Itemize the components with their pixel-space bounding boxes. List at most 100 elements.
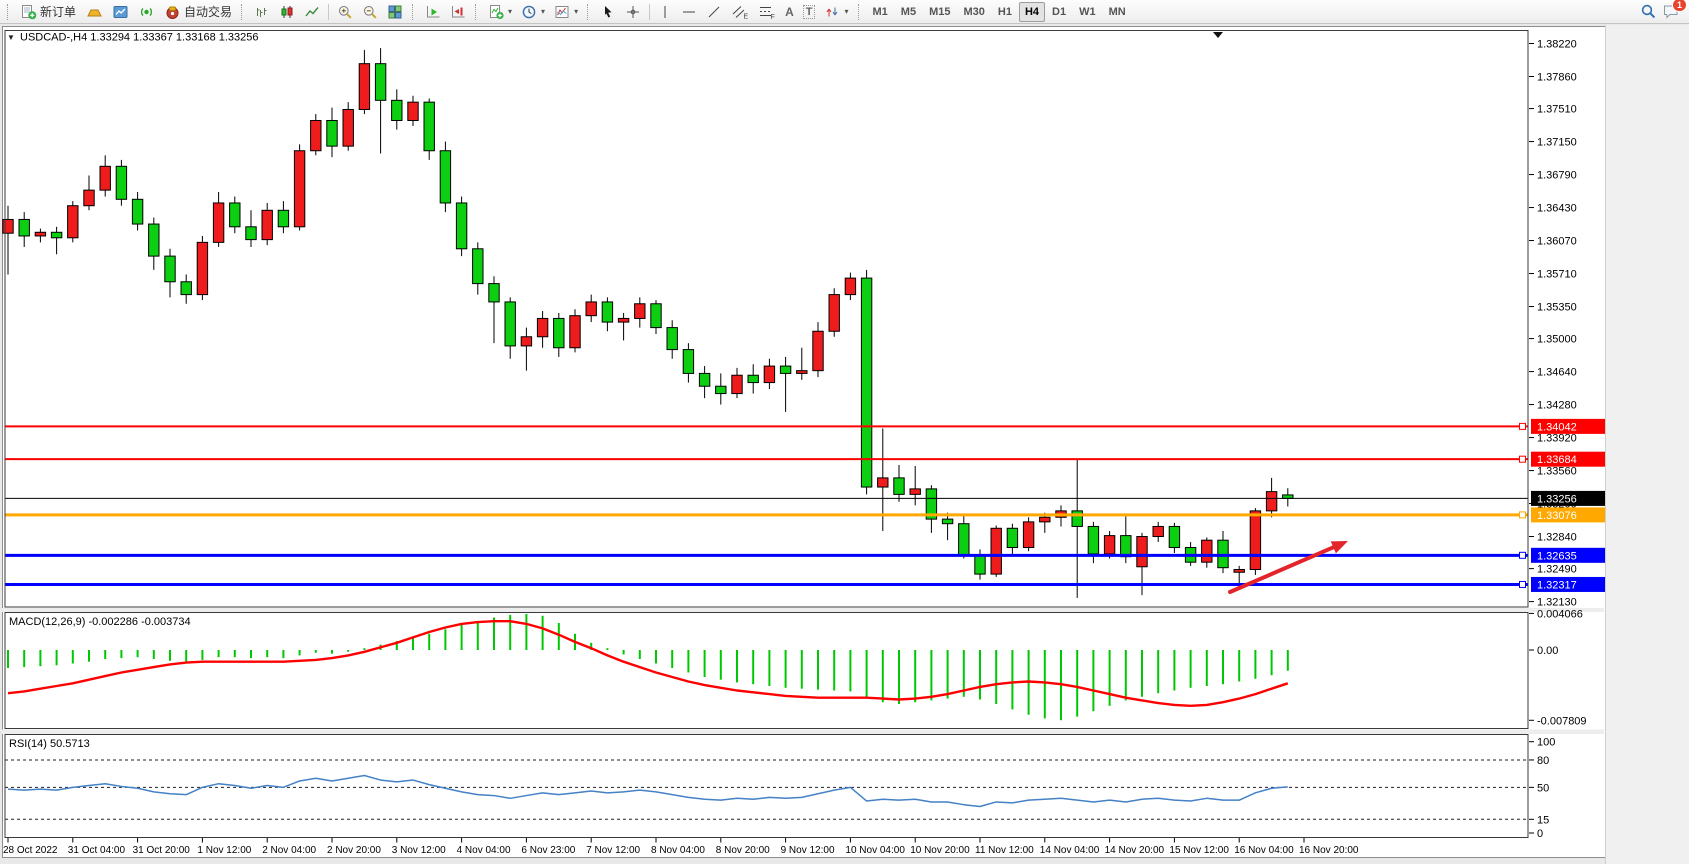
candle-body bbox=[942, 519, 952, 524]
channel-letter: E bbox=[744, 13, 749, 20]
vertical-line-tool-button[interactable] bbox=[654, 1, 676, 22]
candlestick-mode-button[interactable] bbox=[275, 1, 299, 22]
notification-count-badge: 1 bbox=[1672, 0, 1687, 12]
tab-d1[interactable]: D1 bbox=[1046, 2, 1072, 22]
time-tick-label: 6 Nov 23:00 bbox=[521, 845, 575, 856]
candle-body bbox=[165, 256, 175, 282]
toolbar-grip bbox=[587, 4, 591, 20]
toolbar-grip bbox=[475, 4, 479, 20]
signals-button[interactable] bbox=[134, 1, 159, 22]
time-tick-label: 16 Nov 20:00 bbox=[1299, 845, 1359, 856]
time-tick-label: 4 Nov 04:00 bbox=[457, 845, 511, 856]
price-tick-label: 1.35000 bbox=[1537, 334, 1577, 346]
time-tick-label: 15 Nov 12:00 bbox=[1169, 845, 1229, 856]
templates-button[interactable]: ▾ bbox=[550, 1, 582, 22]
bar-chart-mode-button[interactable] bbox=[250, 1, 274, 22]
time-tick-label: 2 Nov 04:00 bbox=[262, 845, 316, 856]
indicators-button[interactable]: ▾ bbox=[484, 1, 516, 22]
time-tick-label: 3 Nov 12:00 bbox=[392, 845, 446, 856]
candle-body bbox=[311, 120, 321, 150]
text-label-tool-button[interactable]: T bbox=[799, 1, 820, 22]
new-order-button[interactable]: 新订单 bbox=[16, 1, 80, 22]
gold-ingot-icon bbox=[85, 4, 103, 20]
candle-body bbox=[683, 350, 693, 374]
candle-body bbox=[1040, 517, 1050, 522]
candle-body bbox=[1023, 522, 1033, 548]
signal-waves-icon bbox=[138, 4, 155, 20]
candle-body bbox=[1283, 495, 1293, 498]
candle-body bbox=[764, 366, 774, 382]
tile-windows-button[interactable] bbox=[383, 1, 407, 22]
toolbar-grip bbox=[7, 4, 11, 20]
toolbar-separator bbox=[649, 4, 650, 20]
styler-button[interactable] bbox=[81, 1, 107, 22]
price-badge-label: 1.33256 bbox=[1537, 493, 1577, 505]
price-badge-label: 1.34042 bbox=[1537, 421, 1577, 433]
auto-trading-button[interactable]: 自动交易 bbox=[160, 1, 236, 22]
rsi-scale-label: 80 bbox=[1537, 755, 1549, 767]
time-tick-label: 7 Nov 12:00 bbox=[586, 845, 640, 856]
horizontal-line-tool-button[interactable] bbox=[677, 1, 701, 22]
candle-body bbox=[780, 366, 790, 373]
candle-body bbox=[861, 278, 871, 487]
candle-body bbox=[197, 242, 207, 294]
candle-body bbox=[797, 371, 807, 374]
candle-body bbox=[181, 282, 191, 295]
time-tick-label: 31 Oct 04:00 bbox=[68, 845, 126, 856]
candle-body bbox=[1169, 526, 1179, 547]
search-button[interactable] bbox=[1636, 1, 1661, 22]
tab-m1[interactable]: M1 bbox=[867, 2, 894, 22]
candle-body bbox=[635, 304, 645, 319]
crosshair-tool-button[interactable] bbox=[621, 1, 645, 22]
candle-body bbox=[537, 318, 547, 336]
tab-m5[interactable]: M5 bbox=[895, 2, 922, 22]
candle-body bbox=[230, 203, 240, 227]
pane-separator[interactable] bbox=[2, 730, 1604, 735]
toolbar-grip bbox=[412, 4, 416, 20]
auto-scroll-button[interactable] bbox=[421, 1, 445, 22]
tab-m30[interactable]: M30 bbox=[957, 2, 990, 22]
pane-separator[interactable] bbox=[2, 608, 1604, 612]
cursor-tool-button[interactable] bbox=[596, 1, 620, 22]
price-tick-label: 1.36790 bbox=[1537, 170, 1577, 182]
one-click-trading-toggle[interactable]: ▼ bbox=[7, 33, 15, 42]
trendline-tool-button[interactable] bbox=[702, 1, 726, 22]
crosshair-icon bbox=[625, 4, 641, 20]
line-chart-mode-button[interactable] bbox=[300, 1, 324, 22]
zoom-in-button[interactable] bbox=[333, 1, 357, 22]
candle-body bbox=[975, 556, 985, 574]
candle-body bbox=[327, 120, 337, 146]
candle-body bbox=[1234, 570, 1244, 573]
tab-h1[interactable]: H1 bbox=[992, 2, 1018, 22]
tab-h4[interactable]: H4 bbox=[1019, 2, 1045, 22]
tab-w1[interactable]: W1 bbox=[1073, 2, 1102, 22]
line-end-marker bbox=[1520, 456, 1526, 462]
candle-body bbox=[68, 206, 78, 238]
price-tick-label: 1.38220 bbox=[1537, 39, 1577, 51]
zoom-out-button[interactable] bbox=[358, 1, 382, 22]
text-tool-button[interactable]: A bbox=[781, 1, 798, 22]
new-order-label: 新订单 bbox=[40, 3, 76, 20]
fibonacci-tool-button[interactable]: F bbox=[754, 1, 780, 22]
candle-body bbox=[1121, 536, 1131, 557]
tab-m15[interactable]: M15 bbox=[923, 2, 956, 22]
arrows-tool-button[interactable]: ▾ bbox=[820, 1, 852, 22]
price-tick-label: 1.35350 bbox=[1537, 302, 1577, 314]
candle-body bbox=[1266, 492, 1276, 511]
periods-button[interactable]: ▾ bbox=[517, 1, 549, 22]
chart-shift-button[interactable] bbox=[446, 1, 470, 22]
auto-scroll-icon bbox=[425, 4, 441, 20]
channel-tool-button[interactable]: E bbox=[727, 1, 753, 22]
market-watch-button[interactable] bbox=[108, 1, 133, 22]
candle-body bbox=[845, 278, 855, 294]
candle-body bbox=[716, 386, 726, 393]
auto-trading-label: 自动交易 bbox=[184, 3, 232, 20]
tab-mn[interactable]: MN bbox=[1103, 2, 1132, 22]
macd-pane bbox=[5, 613, 1528, 729]
candle-body bbox=[829, 295, 839, 332]
candle-body bbox=[116, 166, 126, 199]
price-badge-label: 1.32317 bbox=[1537, 579, 1577, 591]
main-pane bbox=[5, 31, 1528, 608]
new-order-icon bbox=[20, 4, 37, 20]
notifications-chat-button[interactable]: 1 bbox=[1662, 3, 1680, 20]
